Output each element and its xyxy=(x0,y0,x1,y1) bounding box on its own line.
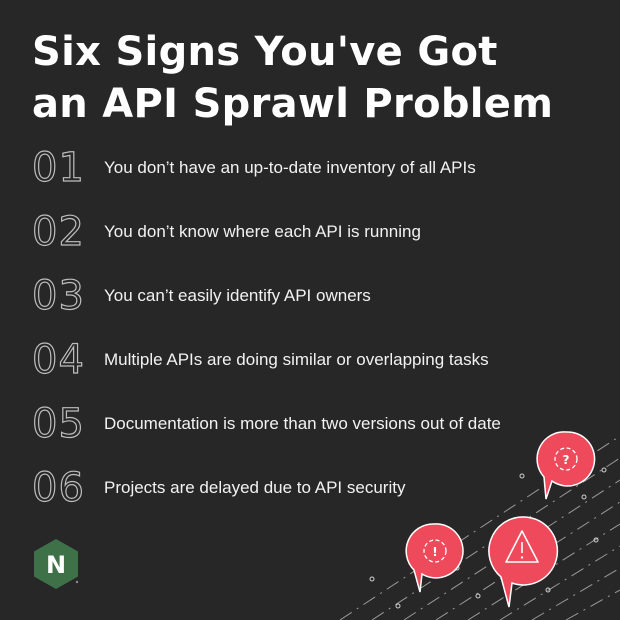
svg-text:?: ? xyxy=(563,453,570,467)
gear-alert-bubble-icon: ? xyxy=(536,431,596,500)
api-sprawl-illustration: ? ! xyxy=(339,431,620,620)
gear-alert-bubble-icon: ! xyxy=(405,523,464,593)
warning-triangle-bubble-icon xyxy=(488,516,559,608)
infographic: Six Signs You've Got an API Sprawl Probl… xyxy=(0,0,620,620)
svg-text:!: ! xyxy=(432,545,437,559)
